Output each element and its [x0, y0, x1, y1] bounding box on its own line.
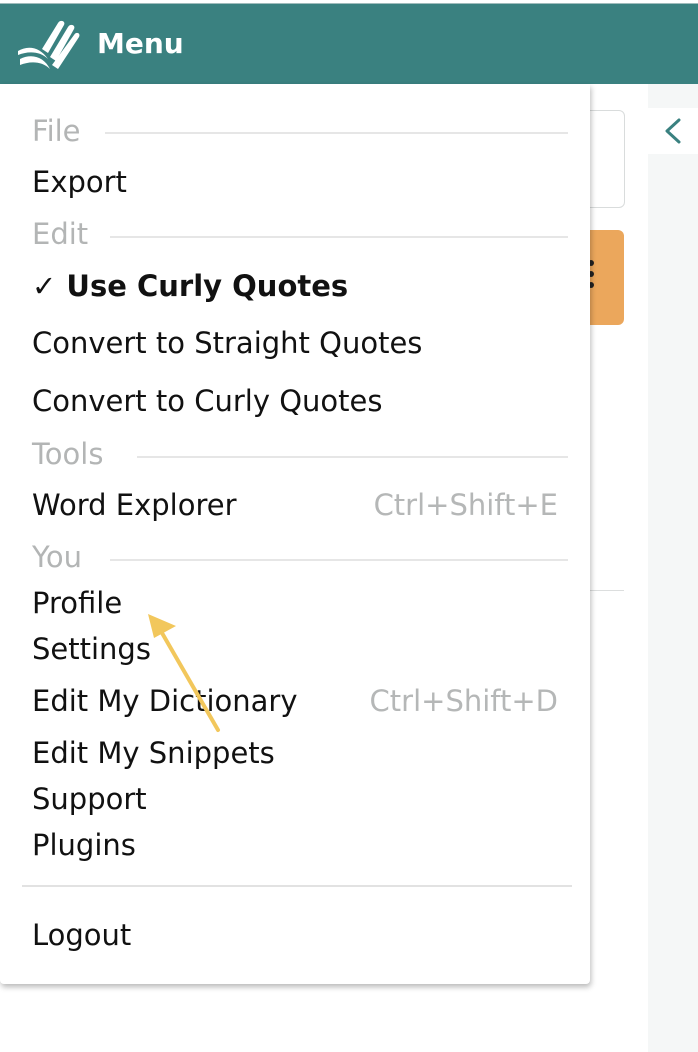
shortcut-edit-my-dictionary: Ctrl+Shift+D [369, 684, 558, 718]
shortcut-word-explorer: Ctrl+Shift+E [373, 488, 558, 522]
menu-item-profile[interactable]: Profile [32, 589, 122, 618]
collapse-sidebar-button[interactable] [648, 108, 698, 154]
menu-dropdown: File Export Edit ✓ Use Curly Quotes Conv… [0, 84, 590, 984]
section-header-tools: Tools [32, 437, 104, 471]
section-header-file: File [32, 114, 81, 148]
menu-item-plugins[interactable]: Plugins [32, 831, 136, 860]
right-sidebar [648, 84, 698, 1052]
menu-item-convert-straight-quotes[interactable]: Convert to Straight Quotes [32, 329, 422, 358]
menu-item-support[interactable]: Support [32, 785, 147, 814]
menu-item-use-curly-quotes[interactable]: ✓ Use Curly Quotes [32, 272, 348, 301]
menu-item-logout[interactable]: Logout [32, 921, 131, 950]
chevron-left-icon [665, 118, 681, 144]
menu-item-word-explorer[interactable]: Word Explorer [32, 491, 237, 520]
book-logo-icon[interactable] [14, 15, 82, 75]
menu-title[interactable]: Menu [97, 30, 184, 58]
section-header-edit: Edit [32, 217, 89, 251]
menu-divider [22, 885, 572, 887]
app-window: Menu File Export Edit ✓ Use Curly Quotes… [0, 0, 698, 1052]
menu-item-export[interactable]: Export [32, 168, 127, 197]
section-header-you: You [32, 540, 82, 574]
menu-item-settings[interactable]: Settings [32, 635, 151, 664]
annotation-arrow-icon [148, 614, 220, 732]
menu-item-convert-curly-quotes[interactable]: Convert to Curly Quotes [32, 387, 382, 416]
top-header: Menu [0, 3, 698, 84]
menu-item-edit-my-snippets[interactable]: Edit My Snippets [32, 739, 275, 768]
